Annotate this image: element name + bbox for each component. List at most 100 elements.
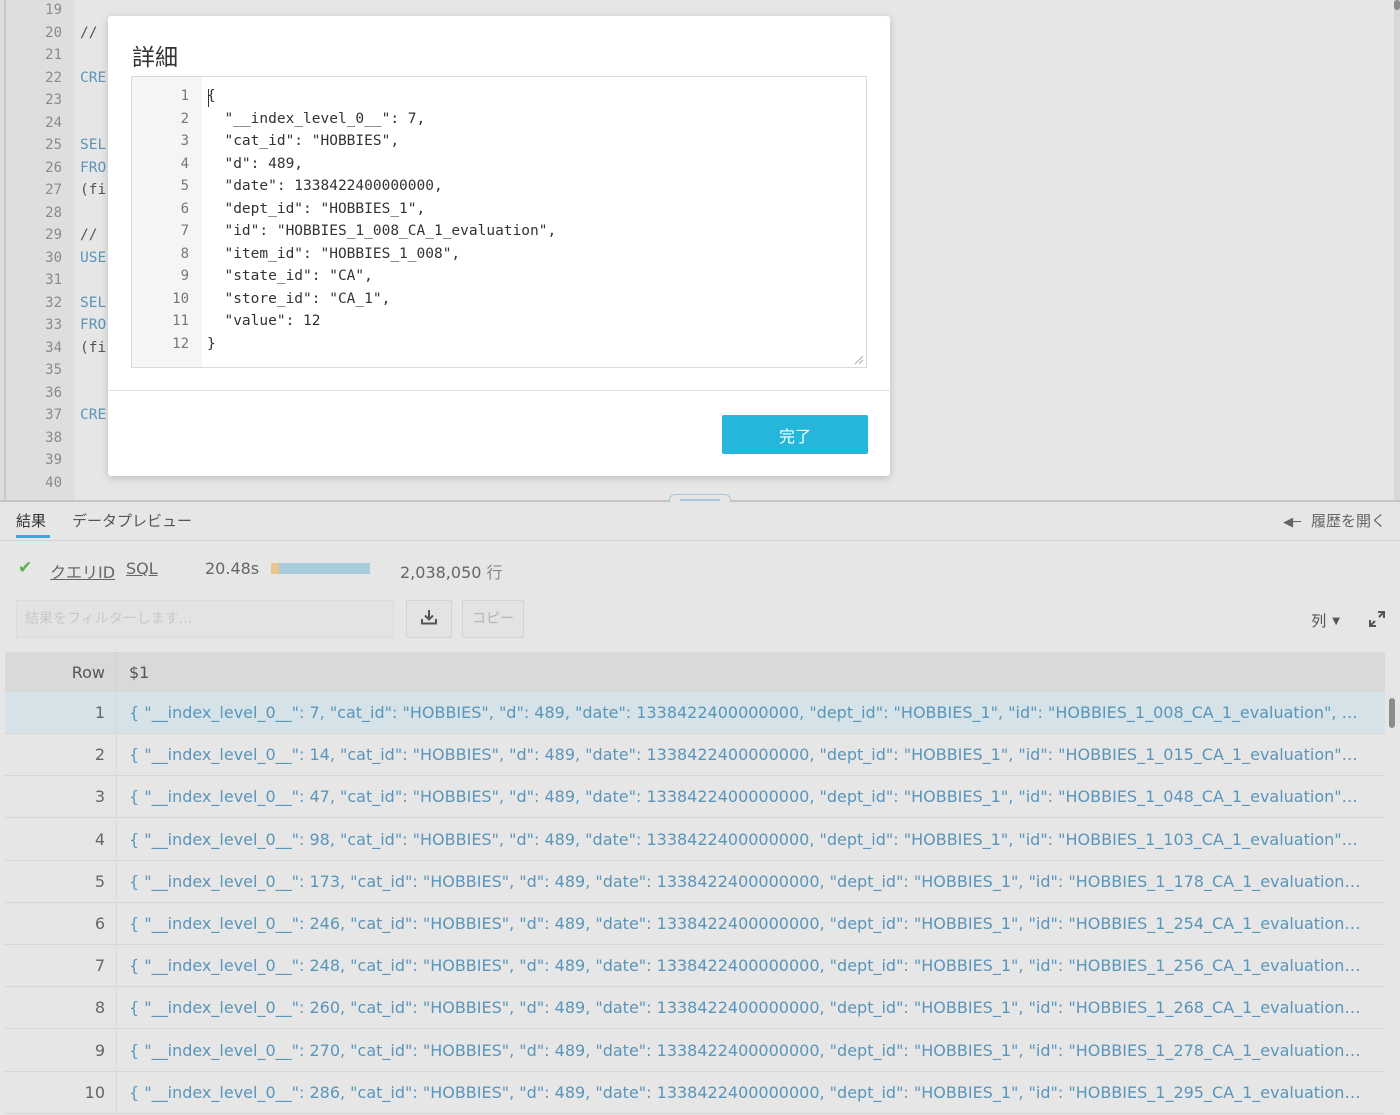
editor-line-number: 28: [45, 204, 62, 221]
editor-line-number: 19: [45, 2, 62, 18]
column-separator: [116, 818, 117, 861]
table-row[interactable]: 3 { "__index_level_0__": 47, "cat_id": "H…: [5, 776, 1385, 819]
editor-line-number: 26: [45, 159, 62, 176]
json-line: 7 "id": "HOBBIES_1_008_CA_1_evaluation",: [132, 220, 866, 243]
column-separator: [116, 776, 117, 819]
json-line-number: 9: [180, 268, 189, 284]
editor-line-number: 20: [45, 24, 62, 41]
row-number: 3: [94, 787, 105, 807]
json-line-number: 10: [172, 290, 189, 307]
json-line-number: 11: [172, 313, 189, 329]
json-viewer[interactable]: 1{2 "__index_level_0__": 7, 3 "cat_id": "…: [131, 76, 867, 368]
editor-line-number: 38: [45, 429, 62, 446]
json-line-number: 4: [180, 155, 189, 172]
results-table: Row $1 1 { "__index_level_0__": 7, "cat_i…: [5, 652, 1385, 1115]
table-row[interactable]: 8 { "__index_level_0__": 260, "cat_id": "…: [5, 987, 1385, 1030]
editor-line-number: 27: [45, 182, 62, 198]
editor-line-number: 35: [45, 362, 62, 378]
row-value-cell[interactable]: { "__index_level_0__": 47, "cat_id": "HO…: [129, 787, 1361, 806]
table-row[interactable]: 10 { "__index_level_0__": 286, "cat_id": …: [5, 1071, 1385, 1114]
results-tab-strip: 結果 データプレビュー ◀─ 履歴を開く: [0, 502, 1400, 541]
json-line: 2 "__index_level_0__": 7,: [132, 108, 866, 131]
json-line-text: "item_id": "HOBBIES_1_008",: [207, 245, 461, 262]
row-number: 9: [94, 1040, 105, 1060]
editor-line-number: 36: [45, 384, 62, 401]
sql-link[interactable]: SQL: [126, 559, 158, 578]
json-line: 3 "cat_id": "HOBBIES",: [132, 130, 866, 153]
header-row[interactable]: Row: [5, 663, 105, 682]
table-row[interactable]: 5 { "__index_level_0__": 173, "cat_id": "…: [5, 860, 1385, 903]
tab-data-preview[interactable]: データプレビュー: [72, 510, 192, 531]
json-line-text: "__index_level_0__": 7,: [207, 110, 426, 127]
table-row[interactable]: 7 { "__index_level_0__": 248, "cat_id": "…: [5, 945, 1385, 988]
row-value-cell[interactable]: { "__index_level_0__": 14, "cat_id": "HO…: [129, 745, 1361, 764]
row-value-cell[interactable]: { "__index_level_0__": 7, "cat_id": "HOB…: [129, 703, 1361, 722]
header-col-1[interactable]: $1: [129, 663, 149, 682]
row-value-cell[interactable]: { "__index_level_0__": 260, "cat_id": "H…: [129, 998, 1361, 1017]
row-count-value: 2,038,050: [400, 563, 482, 582]
results-toolbar: コピー 列▼: [0, 600, 1400, 642]
query-id-link[interactable]: クエリID: [50, 559, 115, 583]
copy-button[interactable]: コピー: [462, 600, 524, 638]
download-icon: [421, 610, 437, 625]
row-value-cell[interactable]: { "__index_level_0__": 98, "cat_id": "HO…: [129, 830, 1361, 849]
row-value-cell[interactable]: { "__index_level_0__": 246, "cat_id": "H…: [129, 914, 1361, 933]
row-value-cell[interactable]: { "__index_level_0__": 173, "cat_id": "H…: [129, 872, 1361, 891]
editor-line-code: SEL: [80, 137, 107, 153]
json-line-text: "dept_id": "HOBBIES_1",: [207, 200, 426, 217]
row-count-unit: 行: [486, 563, 503, 582]
resize-handle-icon[interactable]: [854, 355, 864, 365]
json-line-text: "cat_id": "HOBBIES",: [207, 133, 400, 149]
json-line-number: 8: [180, 245, 189, 262]
editor-line-number: 21: [45, 47, 62, 63]
dialog-divider: [108, 390, 890, 391]
row-value-cell[interactable]: { "__index_level_0__": 286, "cat_id": "H…: [129, 1083, 1361, 1102]
table-row[interactable]: 6 { "__index_level_0__": 246, "cat_id": "…: [5, 903, 1385, 945]
table-row[interactable]: 4 { "__index_level_0__": 98, "cat_id": "H…: [5, 818, 1385, 861]
table-row[interactable]: 9 { "__index_level_0__": 270, "cat_id": "…: [5, 1029, 1385, 1072]
row-number: 4: [94, 829, 105, 849]
editor-line-number: 33: [45, 317, 62, 333]
row-number: 6: [94, 914, 105, 933]
json-line: 8 "item_id": "HOBBIES_1_008",: [132, 243, 866, 266]
row-number: 5: [94, 871, 105, 891]
tab-results[interactable]: 結果: [16, 510, 46, 531]
active-tab-indicator: [16, 535, 50, 538]
row-number: 8: [94, 998, 105, 1018]
table-scrollbar-thumb[interactable]: [1389, 698, 1395, 728]
query-duration: 20.48s: [205, 559, 260, 578]
arrow-left-icon: ◀─: [1283, 515, 1301, 530]
expand-icon[interactable]: [1368, 610, 1386, 628]
table-row[interactable]: 2 { "__index_level_0__": 14, "cat_id": "H…: [5, 734, 1385, 777]
column-separator: [116, 860, 117, 903]
download-button[interactable]: [406, 600, 452, 638]
columns-dropdown[interactable]: 列 ▼: [1311, 610, 1340, 631]
editor-line-code: //: [80, 227, 98, 243]
done-button[interactable]: 完了: [722, 415, 868, 454]
editor-line-number: 22: [45, 69, 62, 86]
editor-line-code: FRO: [80, 317, 107, 333]
editor-line-number: 37: [45, 407, 62, 423]
row-value-cell[interactable]: { "__index_level_0__": 270, "cat_id": "H…: [129, 1041, 1361, 1060]
editor-scrollbar[interactable]: [1394, 0, 1400, 500]
filter-results-input[interactable]: [16, 600, 394, 638]
editor-line-code: CRE: [80, 407, 107, 423]
row-value-cell[interactable]: { "__index_level_0__": 248, "cat_id": "H…: [129, 956, 1361, 975]
column-separator[interactable]: [116, 652, 117, 692]
json-line-text: }: [207, 335, 216, 352]
open-history-link[interactable]: ◀─ 履歴を開く: [1283, 510, 1386, 531]
timing-bar-segment: [271, 563, 279, 574]
editor-line-number: 24: [45, 114, 62, 131]
editor-line-number: 31: [45, 272, 62, 288]
columns-label: 列: [1311, 612, 1327, 630]
json-line-text: "id": "HOBBIES_1_008_CA_1_evaluation",: [207, 223, 557, 239]
row-number: 7: [94, 956, 105, 976]
text-cursor: [208, 89, 209, 107]
column-separator: [116, 734, 117, 777]
editor-scrollbar-thumb[interactable]: [1394, 0, 1400, 10]
chevron-down-icon: ▼: [1332, 616, 1340, 627]
column-separator: [116, 692, 117, 734]
table-row[interactable]: 1 { "__index_level_0__": 7, "cat_id": "HO…: [5, 692, 1385, 734]
query-status: ✔ クエリID SQL 20.48s 2,038,050 行: [0, 554, 1400, 584]
open-history-label: 履歴を開く: [1310, 512, 1386, 530]
